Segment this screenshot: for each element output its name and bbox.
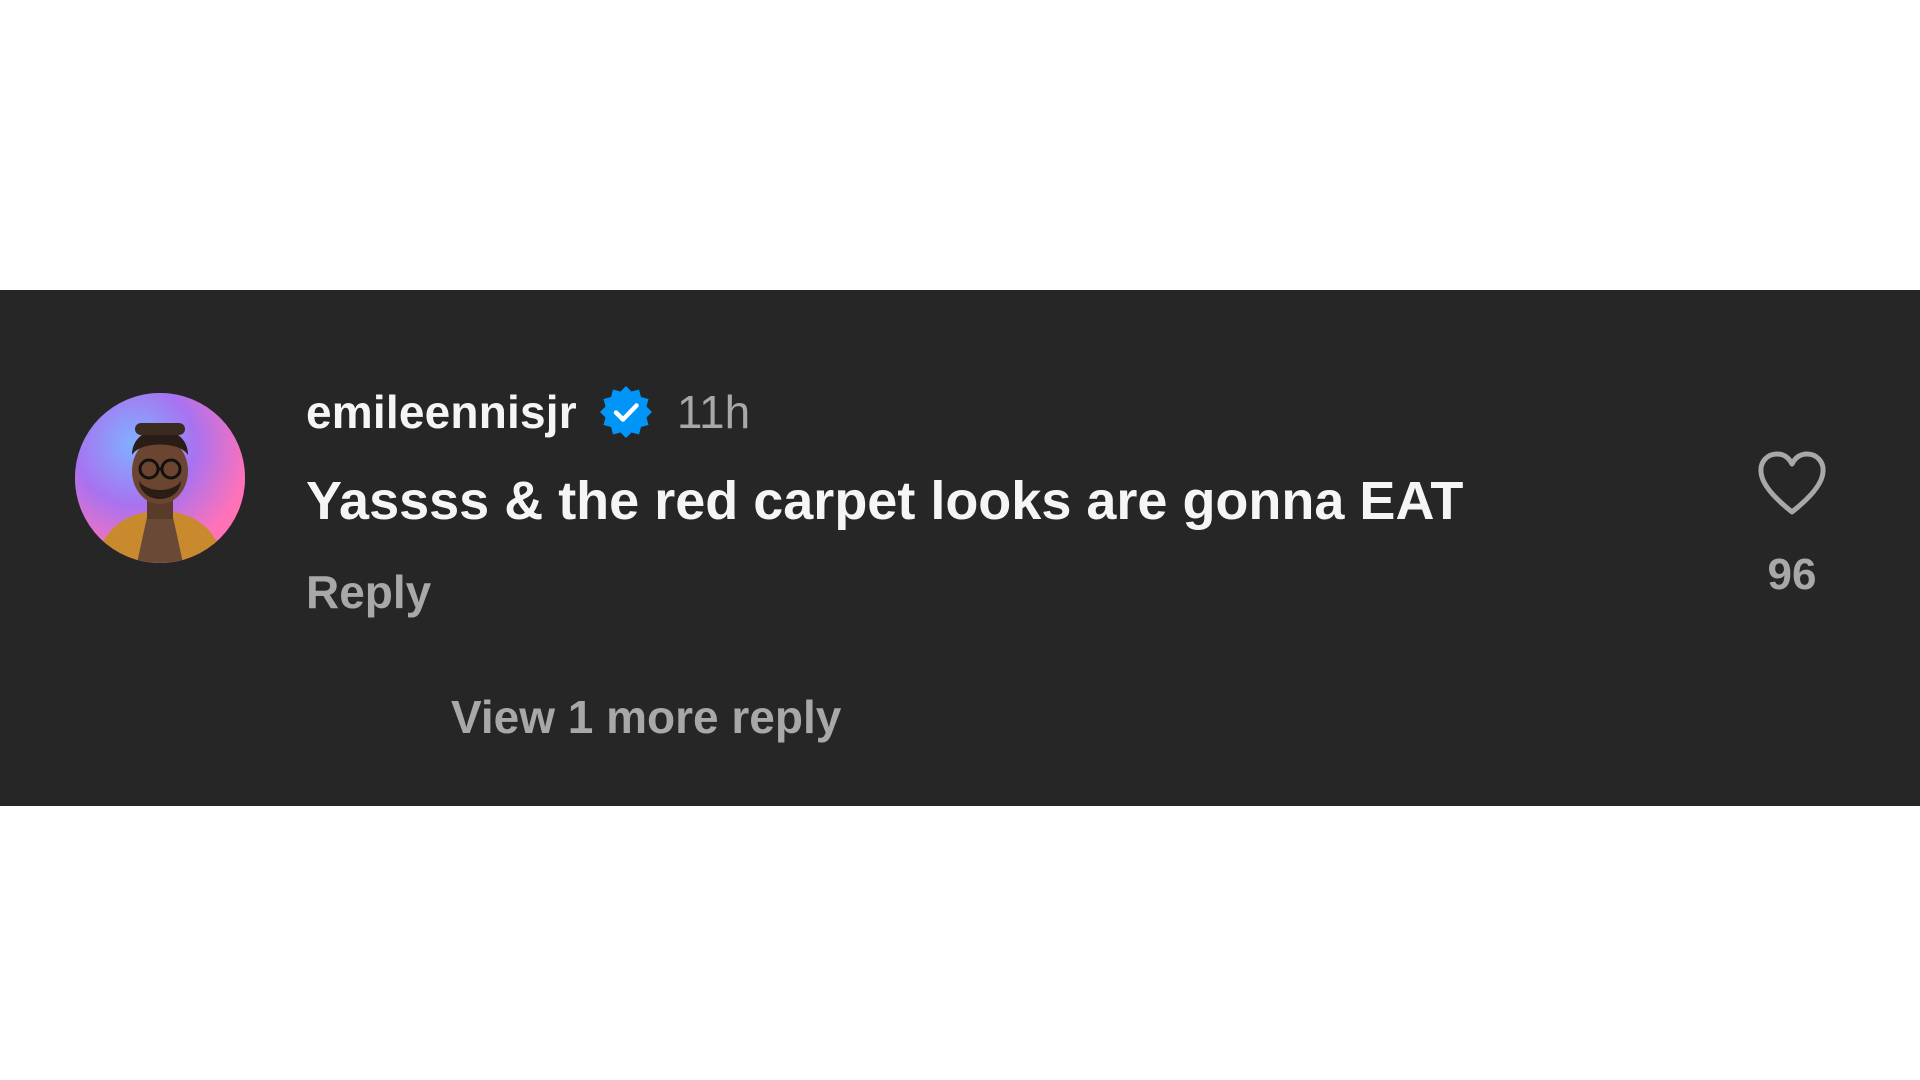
verified-badge-icon [597, 383, 655, 441]
like-button[interactable] [1756, 450, 1828, 518]
avatar-image [75, 393, 245, 563]
comment-header: emileennisjr 11h [306, 382, 750, 442]
comment-item: emileennisjr 11h Yassss & the red carpet… [0, 290, 1920, 806]
page: emileennisjr 11h Yassss & the red carpet… [0, 0, 1920, 1080]
timestamp: 11h [676, 386, 751, 438]
reply-button[interactable]: Reply [306, 565, 431, 619]
comment-text: Yassss & the red carpet looks are gonna … [306, 471, 1464, 531]
username[interactable]: emileennisjr [306, 385, 577, 439]
view-more-replies-button[interactable]: View 1 more reply [451, 690, 841, 744]
avatar[interactable] [75, 393, 245, 563]
like-count: 96 [1767, 550, 1817, 599]
heart-outline-icon [1758, 451, 1826, 515]
